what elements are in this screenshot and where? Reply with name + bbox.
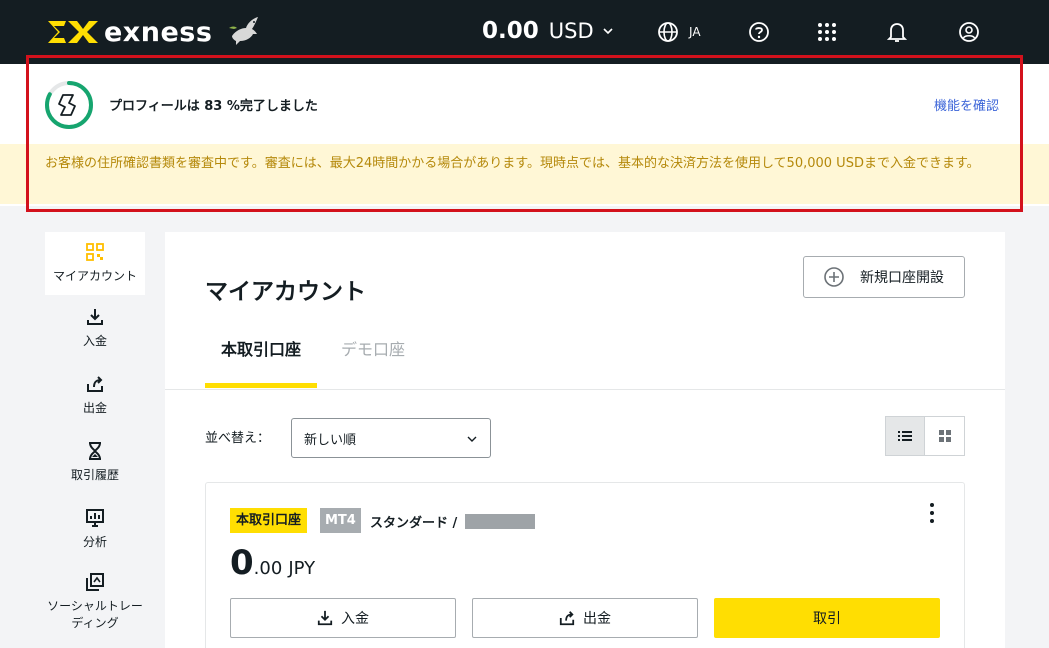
platform-badge: MT4 <box>320 508 361 533</box>
grid-icon <box>85 242 105 262</box>
balance-currency: JPY <box>288 558 316 579</box>
grid-view-button[interactable] <box>925 417 964 455</box>
real-account-badge: 本取引口座 <box>230 508 308 533</box>
download-icon <box>85 307 105 327</box>
new-account-button[interactable]: 新規口座開設 <box>803 256 965 298</box>
main-content: マイアカウント 新規口座開設 本取引口座 デモ口座 並べ替え： 新しい順 本取引… <box>165 232 1005 648</box>
balance-integer: 0 <box>230 543 254 583</box>
balance-amount: 0.00 <box>482 18 539 44</box>
sidebar-item-label: 分析 <box>82 535 107 549</box>
sidebar: マイアカウント 入金 出金 取引履歴 分析 ソーシャルトレーディング <box>45 232 145 641</box>
account-card: 本取引口座 MT4 スタンダード / 0 .00 JPY 入金 出金 取引 <box>205 482 965 648</box>
tab-demo-account[interactable]: デモ口座 <box>341 336 405 360</box>
chevron-down-icon <box>467 436 477 442</box>
view-toggle <box>885 416 965 456</box>
trade-button[interactable]: 取引 <box>714 598 940 638</box>
help-icon[interactable] <box>747 20 771 44</box>
bell-icon[interactable] <box>885 20 909 44</box>
tab-real-account[interactable]: 本取引口座 <box>221 336 301 360</box>
upload-icon <box>559 611 575 626</box>
top-bar: exness 0.00 USD JA <box>0 0 1049 64</box>
brand-name: exness <box>104 16 213 48</box>
list-icon <box>898 431 912 441</box>
exness-logo[interactable]: exness <box>44 14 262 50</box>
plus-circle-icon <box>824 267 844 287</box>
sidebar-item-withdraw[interactable]: 出金 <box>45 362 145 429</box>
balance-currency: USD <box>548 19 594 43</box>
globe-icon[interactable] <box>656 20 680 44</box>
sidebar-item-social-trading[interactable]: ソーシャルトレーディング <box>45 563 145 641</box>
deposit-label: 入金 <box>341 611 369 627</box>
sidebar-item-label: 取引履歴 <box>70 468 119 482</box>
tiles-icon <box>938 430 951 442</box>
deposit-button[interactable]: 入金 <box>230 598 456 638</box>
active-tab-indicator <box>205 383 317 388</box>
sidebar-item-label: マイアカウント <box>52 269 137 283</box>
withdraw-button[interactable]: 出金 <box>472 598 698 638</box>
header-balance[interactable]: 0.00 USD <box>482 18 614 44</box>
more-options-icon[interactable] <box>924 501 940 525</box>
profile-status-text: プロフィールは 83 %完了しました <box>109 99 318 114</box>
list-view-button[interactable] <box>886 417 926 455</box>
redacted-account-number <box>465 514 535 529</box>
account-balance: 0 .00 JPY <box>230 543 315 583</box>
balance-decimal: .00 <box>253 558 283 579</box>
sidebar-item-label: 入金 <box>82 334 107 348</box>
account-type: スタンダード / <box>370 516 458 531</box>
sort-selected-value: 新しい順 <box>304 432 357 448</box>
profile-progress-ring <box>45 81 93 129</box>
dove-icon <box>229 17 259 45</box>
download-icon <box>317 610 333 626</box>
user-profile-icon[interactable] <box>957 20 981 44</box>
profile-completion-panel: プロフィールは 83 %完了しました 機能を確認 お客様の住所確認書類を審査中で… <box>0 64 1049 206</box>
sidebar-item-my-account[interactable]: マイアカウント <box>45 232 145 295</box>
verification-notice: お客様の住所確認書類を審査中です。審査には、最大24時間かかる場合があります。現… <box>0 144 1049 204</box>
withdraw-label: 出金 <box>583 611 611 627</box>
sidebar-item-label: 出金 <box>82 401 107 415</box>
chevron-down-icon <box>603 28 613 35</box>
page-title: マイアカウント <box>205 279 366 305</box>
exness-logo-mark-icon <box>48 21 98 43</box>
tabs-divider <box>165 389 1005 390</box>
sidebar-item-analytics[interactable]: 分析 <box>45 496 145 563</box>
new-account-label: 新規口座開設 <box>860 270 944 286</box>
sidebar-item-deposit[interactable]: 入金 <box>45 295 145 362</box>
sort-select[interactable]: 新しい順 <box>291 418 491 458</box>
apps-grid-icon[interactable] <box>815 20 839 44</box>
sort-label: 並べ替え： <box>205 431 271 446</box>
upload-icon <box>85 374 105 394</box>
chart-icon <box>85 508 105 528</box>
language-label[interactable]: JA <box>689 25 701 39</box>
document-icon <box>58 94 76 116</box>
check-features-link[interactable]: 機能を確認 <box>934 95 999 114</box>
hourglass-icon <box>85 441 105 461</box>
sidebar-item-label: ソーシャルトレーディング <box>47 599 143 630</box>
sidebar-item-history[interactable]: 取引履歴 <box>45 429 145 496</box>
copy-icon <box>85 572 105 592</box>
trade-label: 取引 <box>813 611 841 627</box>
